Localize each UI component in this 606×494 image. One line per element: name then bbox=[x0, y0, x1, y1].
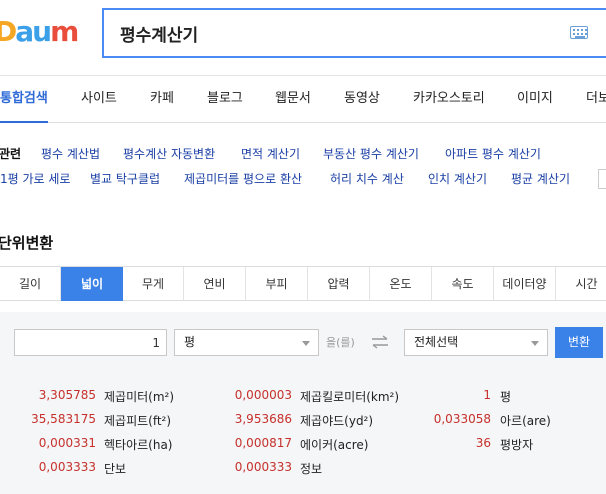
search-input[interactable] bbox=[120, 20, 540, 46]
unit-tab-temperature[interactable]: 온도 bbox=[370, 267, 432, 301]
from-unit-value: 평 bbox=[184, 335, 196, 349]
unit-tab-volume[interactable]: 부피 bbox=[246, 267, 308, 301]
result-value: 0,000331 bbox=[38, 436, 96, 450]
result-value: 1 bbox=[483, 388, 491, 402]
tab-more[interactable]: 더보 bbox=[586, 77, 606, 123]
related-label: 관련 bbox=[0, 147, 22, 161]
unit-tab-pressure[interactable]: 압력 bbox=[308, 267, 370, 301]
result-unit: 아르(are) bbox=[500, 414, 551, 428]
result-unit: 평 bbox=[500, 390, 512, 404]
related-link[interactable]: 인치 계산기 bbox=[428, 170, 487, 187]
result-unit: 단보 bbox=[104, 462, 127, 476]
logo-letter-m: m bbox=[50, 15, 79, 48]
to-unit-value: 전체선택 bbox=[414, 335, 459, 349]
related-link[interactable]: 평균 계산기 bbox=[511, 170, 570, 187]
result-value: 3,953686 bbox=[234, 412, 292, 426]
related-link[interactable]: 제곱미터를 평으로 환산 bbox=[184, 170, 302, 187]
result-value: 0,033058 bbox=[433, 412, 491, 426]
to-unit-select[interactable]: 전체선택 bbox=[404, 329, 548, 356]
unit-tab-data[interactable]: 데이터양 bbox=[494, 267, 556, 301]
related-more-button[interactable] bbox=[598, 169, 606, 189]
tab-blog[interactable]: 블로그 bbox=[207, 77, 243, 123]
search-tabs: 통합검색 사이트 카페 블로그 웹문서 동영상 카카오스토리 이미지 더보 bbox=[0, 77, 606, 123]
value-input[interactable] bbox=[14, 329, 167, 356]
result-unit: 제곱야드(yd²) bbox=[300, 414, 374, 428]
result-value: 0,000333 bbox=[234, 460, 292, 474]
related-link[interactable]: 부동산 평수 계산기 bbox=[323, 145, 419, 162]
swap-arrows-icon[interactable] bbox=[370, 335, 390, 349]
unit-tab-length[interactable]: 길이 bbox=[0, 267, 61, 301]
convert-button[interactable]: 변환 bbox=[555, 327, 603, 358]
daum-logo[interactable]: D a u m bbox=[0, 15, 79, 48]
result-value: 35,583175 bbox=[31, 412, 96, 426]
result-unit: 정보 bbox=[300, 462, 323, 476]
unit-tab-weight[interactable]: 무게 bbox=[123, 267, 184, 301]
result-value: 0,003333 bbox=[38, 460, 96, 474]
tab-site[interactable]: 사이트 bbox=[81, 77, 117, 123]
related-link[interactable]: 평수계산 자동변환 bbox=[123, 145, 215, 162]
unit-tabs: 길이 넓이 무게 연비 부피 압력 온도 속도 데이터양 시간 bbox=[0, 266, 606, 301]
tab-video[interactable]: 동영상 bbox=[344, 77, 380, 123]
unit-tab-area[interactable]: 넓이 bbox=[61, 267, 123, 301]
header: D a u m bbox=[0, 0, 606, 76]
tab-image[interactable]: 이미지 bbox=[517, 77, 553, 123]
related-link[interactable]: 별교 탁구클럽 bbox=[90, 170, 160, 187]
chevron-down-icon bbox=[531, 341, 539, 346]
result-value: 0,000817 bbox=[234, 436, 292, 450]
result-unit: 평방자 bbox=[500, 438, 534, 452]
unit-converter-title: 단위변환 bbox=[0, 234, 54, 252]
unit-tab-time[interactable]: 시간 bbox=[556, 267, 606, 301]
chevron-down-icon bbox=[302, 341, 310, 346]
eul-label: 을(를) bbox=[326, 336, 355, 349]
related-link[interactable]: 평수 계산법 bbox=[41, 145, 100, 162]
result-unit: 제곱피트(ft²) bbox=[104, 414, 172, 428]
related-link[interactable]: 1평 가로 세로 bbox=[0, 170, 70, 187]
search-box bbox=[102, 8, 606, 58]
related-searches: 관련 평수 계산법 평수계산 자동변환 면적 계산기 부동산 평수 계산기 아파… bbox=[0, 124, 606, 200]
related-link[interactable]: 아파트 평수 계산기 bbox=[445, 145, 541, 162]
result-value: 3,305785 bbox=[38, 388, 96, 402]
logo-letter-d: D bbox=[0, 15, 17, 48]
result-unit: 제곱미터(m²) bbox=[104, 390, 175, 404]
from-unit-select[interactable]: 평 bbox=[174, 329, 319, 356]
result-unit: 에이커(acre) bbox=[300, 438, 369, 452]
result-value: 0,000003 bbox=[234, 388, 292, 402]
result-value: 36 bbox=[475, 436, 491, 450]
tab-integrated[interactable]: 통합검색 bbox=[0, 77, 48, 123]
unit-tab-fuel[interactable]: 연비 bbox=[184, 267, 246, 301]
result-unit: 헥타아르(ha) bbox=[104, 438, 173, 452]
tab-cafe[interactable]: 카페 bbox=[150, 77, 174, 123]
logo-letter-a: a bbox=[15, 15, 34, 48]
unit-tab-speed[interactable]: 속도 bbox=[432, 267, 494, 301]
tab-kakaostory[interactable]: 카카오스토리 bbox=[413, 77, 485, 123]
tab-webdoc[interactable]: 웹문서 bbox=[275, 77, 311, 123]
result-unit: 제곱킬로미터(km²) bbox=[300, 390, 400, 404]
related-link[interactable]: 면적 계산기 bbox=[241, 145, 300, 162]
logo-letter-u: u bbox=[32, 15, 52, 48]
keyboard-icon[interactable] bbox=[570, 26, 588, 39]
related-link[interactable]: 허리 치수 계산 bbox=[330, 170, 404, 187]
